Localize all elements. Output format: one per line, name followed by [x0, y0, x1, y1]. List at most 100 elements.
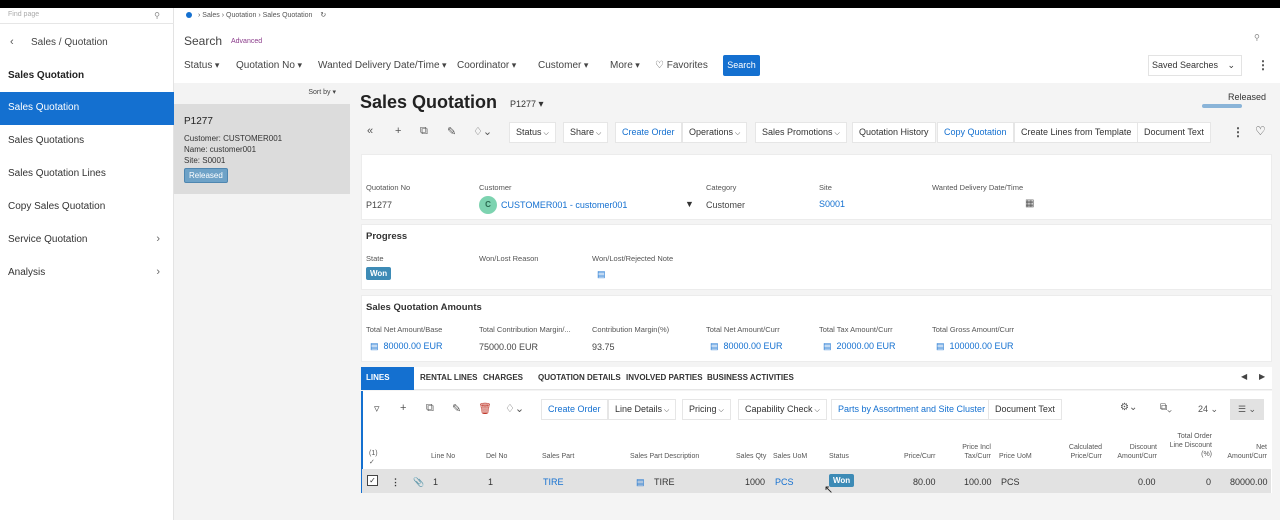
part-document-icon[interactable]: ▤ [636, 477, 645, 488]
nav-item-copy-sales-quotation[interactable]: Copy Sales Quotation [0, 191, 174, 224]
capability-check-menu-button[interactable]: Capability Check [738, 399, 827, 420]
tab-involved-parties[interactable]: INVOLVED PARTIES [626, 373, 703, 382]
add-icon[interactable]: + [395, 125, 401, 137]
edit-icon[interactable]: ✎ [447, 125, 456, 138]
row-checkbox[interactable]: ✓ [367, 475, 378, 486]
copy-quotation-button[interactable]: Copy Quotation [937, 122, 1014, 143]
col-del-no[interactable]: Del No [486, 452, 507, 461]
col-price-curr[interactable]: Price/Curr [904, 452, 936, 461]
line-document-text-button[interactable]: Document Text [988, 399, 1062, 420]
total-net-curr-link[interactable]: ▤ 80000.00 EUR [710, 341, 783, 352]
filter-icon[interactable]: ▿ [374, 402, 380, 415]
total-net-base-link[interactable]: ▤ 80000.00 EUR [370, 341, 443, 352]
filter-customer[interactable]: Customer [538, 60, 588, 71]
view-mode-icon[interactable]: ☰ ⌄ [1230, 399, 1264, 420]
nav-item-analysis[interactable]: Analysis › [0, 257, 174, 290]
more-icon[interactable]: ⋮ [1257, 58, 1269, 72]
export-icon[interactable]: ⧉⌄ [1160, 402, 1172, 413]
note-icon[interactable]: ▤ [597, 269, 606, 280]
advanced-search-link[interactable]: Advanced [231, 38, 262, 45]
status-menu-button[interactable]: Status [509, 122, 556, 143]
col-discount-amount[interactable]: Discount Amount/Curr [1111, 443, 1157, 461]
breadcrumb-quotation[interactable]: Quotation [226, 12, 256, 19]
site-link[interactable]: S0001 [819, 199, 845, 209]
tab-business-activities[interactable]: BUSINESS ACTIVITIES [707, 373, 794, 382]
record-card[interactable]: P1277 Customer: CUSTOMER001 Name: custom… [174, 104, 350, 194]
col-net-amount[interactable]: Net Amount/Curr [1220, 443, 1267, 461]
col-line-no[interactable]: Line No [431, 452, 455, 461]
col-sales-part[interactable]: Sales Part [542, 452, 574, 461]
duplicate-line-icon[interactable]: ⧉ [426, 402, 434, 415]
select-all-icon[interactable]: ✓ [369, 458, 375, 467]
create-order-line-button[interactable]: Create Order [541, 399, 608, 420]
filter-wanted-delivery[interactable]: Wanted Delivery Date/Time [318, 60, 447, 71]
home-icon[interactable] [186, 12, 192, 19]
page-size-select[interactable]: 24 ⌄ [1198, 404, 1218, 415]
customer-dropdown-icon[interactable]: ▼ [685, 199, 694, 209]
tab-quotation-details[interactable]: QUOTATION DETAILS [538, 373, 621, 382]
col-sales-part-description[interactable]: Sales Part Description [630, 452, 699, 461]
record-id-select[interactable]: P1277 ▾ [510, 99, 544, 110]
duplicate-icon[interactable]: ⧉ [420, 125, 428, 138]
cell-sales-uom-link[interactable]: PCS [775, 477, 794, 487]
col-total-line-discount[interactable]: Total Order Line Discount (%) [1164, 432, 1212, 459]
col-sales-uom[interactable]: Sales UoM [773, 452, 807, 461]
calendar-icon[interactable]: ▦ [1025, 198, 1034, 209]
col-price-incl-tax[interactable]: Price Incl Tax/Curr [956, 443, 991, 461]
nav-item-service-quotation[interactable]: Service Quotation › [0, 224, 174, 257]
pricing-menu-button[interactable]: Pricing [682, 399, 731, 420]
filter-more[interactable]: More [610, 60, 640, 71]
back-icon[interactable]: ‹ [10, 36, 14, 48]
nav-item-sales-quotation[interactable]: Sales Quotation [0, 92, 174, 125]
tab-scroll-right-icon[interactable]: ▶ [1259, 372, 1265, 381]
notification-line-icon[interactable]: ♢⌄ [505, 402, 524, 415]
collapse-icon[interactable]: « [367, 125, 373, 137]
tab-rental-lines[interactable]: RENTAL LINES [420, 373, 477, 382]
share-menu-button[interactable]: Share [563, 122, 609, 143]
pin-icon[interactable]: ⚲ [1254, 33, 1260, 42]
col-sales-qty[interactable]: Sales Qty [736, 452, 766, 461]
edit-line-icon[interactable]: ✎ [452, 402, 461, 415]
filter-coordinator[interactable]: Coordinator [457, 60, 516, 71]
create-lines-button[interactable]: Create Lines from Template [1014, 122, 1139, 143]
line-details-menu-button[interactable]: Line Details [608, 399, 677, 420]
create-order-button[interactable]: Create Order [615, 122, 682, 143]
col-calculated-price[interactable]: Calculated Price/Curr [1061, 443, 1102, 461]
breadcrumb-sales[interactable]: Sales [202, 12, 220, 19]
quotation-history-button[interactable]: Quotation History [852, 122, 936, 143]
filter-quotation-no[interactable]: Quotation No [236, 60, 302, 71]
saved-searches-select[interactable]: Saved Searches ⌄ [1148, 55, 1242, 76]
total-gross-curr-link[interactable]: ▤ 100000.00 EUR [936, 341, 1014, 352]
add-line-icon[interactable]: + [400, 402, 406, 414]
more-actions-icon[interactable]: ⋮ [1232, 125, 1244, 139]
tab-scroll-left-icon[interactable]: ◀ [1241, 372, 1247, 381]
customer-link[interactable]: CUSTOMER001 - customer001 [501, 200, 627, 210]
sort-by-button[interactable]: Sort by ▾ [308, 88, 336, 96]
tab-charges[interactable]: CHARGES [483, 373, 523, 382]
search-button[interactable]: Search [723, 55, 760, 76]
favorites-button[interactable]: ♡ Favorites [655, 60, 708, 71]
parts-assortment-button[interactable]: Parts by Assortment and Site Cluster [831, 399, 993, 420]
cell-sales-part-link[interactable]: TIRE [543, 477, 564, 487]
find-page-input[interactable]: Find page ⚲ [0, 8, 174, 24]
total-tax-curr-link[interactable]: ▤ 20000.00 EUR [823, 341, 896, 352]
tab-lines[interactable]: LINES [366, 373, 390, 382]
favorite-heart-icon[interactable]: ♡ [1255, 124, 1266, 138]
refresh-icon[interactable]: ↻ [320, 12, 326, 19]
filter-status[interactable]: Status [184, 60, 219, 71]
operations-menu-button[interactable]: Operations [682, 122, 748, 143]
attachment-icon[interactable]: 📎 [413, 477, 424, 488]
search-icon[interactable]: ⚲ [154, 11, 160, 20]
delete-icon[interactable]: 🗑 [478, 402, 492, 415]
settings-icon[interactable]: ⚙⌄ [1120, 402, 1137, 413]
sales-promotions-menu-button[interactable]: Sales Promotions [755, 122, 847, 143]
row-menu-icon[interactable]: ⋮ [391, 477, 400, 488]
col-status[interactable]: Status [829, 452, 849, 461]
col-price-uom[interactable]: Price UoM [999, 452, 1032, 461]
table-row[interactable] [362, 469, 1271, 493]
breadcrumb-sales-quotation[interactable]: Sales Quotation [263, 12, 313, 19]
notification-icon[interactable]: ♢⌄ [473, 125, 492, 138]
nav-item-sales-quotation-lines[interactable]: Sales Quotation Lines [0, 158, 174, 191]
document-text-button[interactable]: Document Text [1137, 122, 1211, 143]
nav-item-sales-quotations[interactable]: Sales Quotations [0, 125, 174, 158]
